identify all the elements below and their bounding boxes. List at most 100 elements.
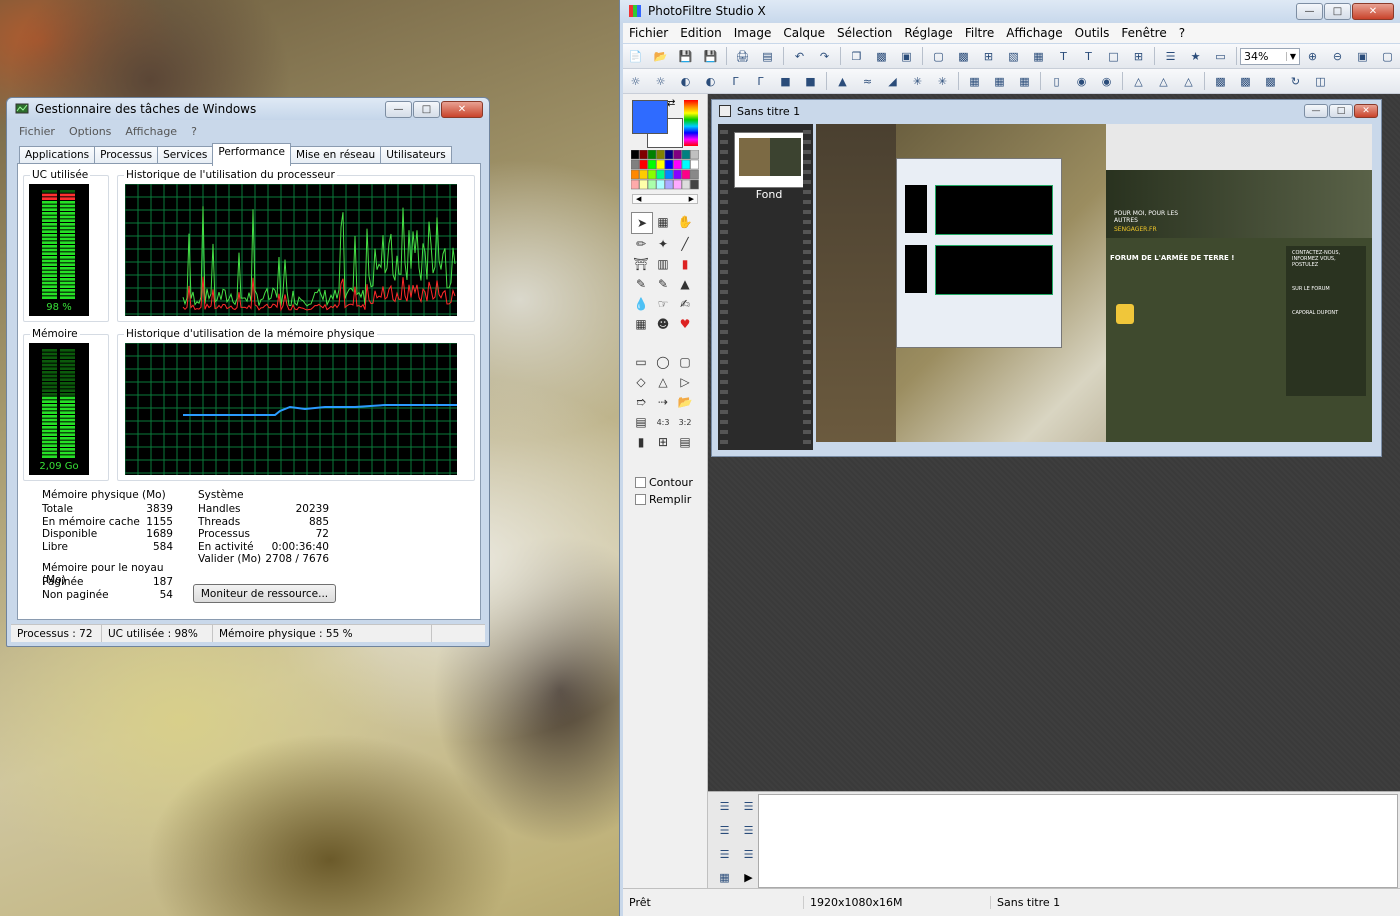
zoom-in-icon[interactable]: ⊕ xyxy=(1304,48,1322,64)
menu-help[interactable]: ? xyxy=(191,125,197,138)
play-icon[interactable]: ▶ xyxy=(740,869,758,885)
spray-icon[interactable]: ▥ xyxy=(653,254,673,274)
doc-maximize-button[interactable]: □ xyxy=(1329,104,1353,118)
menu-edition[interactable]: Edition xyxy=(674,26,728,40)
layer-duplicate-icon[interactable]: ☰ xyxy=(740,798,758,814)
scan-icon[interactable]: ▤ xyxy=(759,48,777,64)
image-canvas[interactable]: POUR MOI, POUR LES AUTRES SENGAGER.FR FO… xyxy=(816,124,1372,442)
menu-outils[interactable]: Outils xyxy=(1069,26,1116,40)
curves-icon[interactable]: ≈ xyxy=(859,73,877,89)
contrast-down-icon[interactable]: ◐ xyxy=(702,73,720,89)
text-style-icon[interactable]: T xyxy=(1080,48,1098,64)
fill-bucket-icon[interactable]: ⛩ xyxy=(631,254,651,274)
line-icon[interactable]: ╱ xyxy=(675,234,695,254)
swap-colors-icon[interactable]: ⇄ xyxy=(667,98,675,109)
rainbow-strip[interactable] xyxy=(684,100,698,146)
auto-levels-icon[interactable]: ✳ xyxy=(909,73,927,89)
layer-delete-icon[interactable]: ☰ xyxy=(740,822,758,838)
new-file-icon[interactable]: 📄 xyxy=(627,48,645,64)
chevron-down-icon[interactable]: ▼ xyxy=(1285,51,1299,61)
crop-marks-icon[interactable]: ⊞ xyxy=(653,432,673,452)
blur-icon[interactable]: ▦ xyxy=(966,73,984,89)
tint-icon[interactable]: ◉ xyxy=(1098,73,1116,89)
print-icon[interactable]: 🖨 xyxy=(734,48,752,64)
menu-reglage[interactable]: Réglage xyxy=(898,26,959,40)
layers-icon[interactable]: ☰ xyxy=(1162,48,1180,64)
layer-grid-icon[interactable]: ▦ xyxy=(716,869,734,885)
brightness-up-icon[interactable]: ☼ xyxy=(627,73,645,89)
layer-thumbnail[interactable] xyxy=(734,132,806,188)
doc-close-button[interactable]: ✕ xyxy=(1354,104,1378,118)
arrow-left-icon[interactable]: ◀ xyxy=(636,195,641,203)
hand-icon[interactable]: ✋ xyxy=(675,212,695,232)
selection-all-icon[interactable]: ▤ xyxy=(631,412,651,432)
menu-fenetre[interactable]: Fenêtre xyxy=(1115,26,1172,40)
eyedropper-icon[interactable]: ✏ xyxy=(631,234,651,254)
undo-icon[interactable]: ↶ xyxy=(791,48,809,64)
transform-icon[interactable]: ⊞ xyxy=(1130,48,1148,64)
tab-performance[interactable]: Performance xyxy=(212,143,291,166)
polygon-lasso-icon[interactable]: ⇢ xyxy=(653,392,673,412)
zoom-fit-icon[interactable]: ▣ xyxy=(1354,48,1372,64)
diamond-shape-icon[interactable]: ◇ xyxy=(631,372,651,392)
close-button[interactable]: ✕ xyxy=(441,100,483,118)
tm-title-bar[interactable]: Gestionnaire des tâches de Windows — □ ✕ xyxy=(7,98,489,120)
zoom-select[interactable]: 34% ▼ xyxy=(1240,47,1300,65)
relief-icon[interactable]: △ xyxy=(1180,73,1198,89)
menu-image[interactable]: Image xyxy=(728,26,778,40)
levels-icon[interactable]: ▲ xyxy=(834,73,852,89)
image-size-icon[interactable]: ▢ xyxy=(930,48,948,64)
zoom-out-icon[interactable]: ⊖ xyxy=(1329,48,1347,64)
magic-wand-icon[interactable]: ✦ xyxy=(653,234,673,254)
ratio-32-icon[interactable]: 3:2 xyxy=(675,412,695,432)
rounded-rect-shape-icon[interactable]: ▢ xyxy=(675,352,695,372)
gamma-down-icon[interactable]: Γ xyxy=(752,73,770,89)
copy-icon[interactable]: ❐ xyxy=(848,48,866,64)
plugin-icon[interactable]: ★ xyxy=(1187,48,1205,64)
checkbox-box[interactable] xyxy=(635,494,646,505)
emboss-icon[interactable]: △ xyxy=(1130,73,1148,89)
canvas-size-icon[interactable]: ▩ xyxy=(955,48,973,64)
palette-scroll[interactable]: ◀ ▶ xyxy=(632,194,698,204)
ratio-43-icon[interactable]: 4:3 xyxy=(653,412,673,432)
invert-icon[interactable]: ▩ xyxy=(1262,73,1280,89)
gamma-up-icon[interactable]: Γ xyxy=(727,73,745,89)
full-screen-icon[interactable]: ▢ xyxy=(1379,48,1397,64)
menu-calque[interactable]: Calque xyxy=(777,26,831,40)
close-button[interactable]: ✕ xyxy=(1352,2,1394,20)
save-as-icon[interactable]: 💾 xyxy=(702,48,720,64)
ellipse-shape-icon[interactable]: ◯ xyxy=(653,352,673,372)
document-title-bar[interactable]: Sans titre 1 — □ ✕ xyxy=(712,100,1381,122)
clone-icon[interactable]: ✍ xyxy=(675,294,695,314)
rotate-icon[interactable]: ↻ xyxy=(1287,73,1305,89)
pf-title-bar[interactable]: PhotoFiltre Studio X — □ ✕ xyxy=(620,0,1400,22)
vertical-line-icon[interactable]: ▮ xyxy=(631,432,651,452)
remplir-checkbox[interactable]: Remplir xyxy=(635,493,691,506)
stamp-icon[interactable]: ▲ xyxy=(675,274,695,294)
arrow-shape-icon[interactable]: ▷ xyxy=(675,372,695,392)
maximize-button[interactable]: □ xyxy=(413,100,440,118)
brush-icon[interactable]: ✎ xyxy=(631,274,651,294)
pattern-icon[interactable]: ▦ xyxy=(631,314,651,334)
advanced-brush-icon[interactable]: ✎ xyxy=(653,274,673,294)
text-icon[interactable]: T xyxy=(1055,48,1073,64)
paste-new-icon[interactable]: ▣ xyxy=(898,48,916,64)
foreground-color-swatch[interactable] xyxy=(632,100,668,134)
selection-window-icon[interactable]: ▤ xyxy=(675,432,695,452)
save-icon[interactable]: 💾 xyxy=(677,48,695,64)
minimize-button[interactable]: — xyxy=(1296,2,1323,20)
contrast-up-icon[interactable]: ◐ xyxy=(677,73,695,89)
doc-minimize-button[interactable]: — xyxy=(1304,104,1328,118)
layer-manager-icon[interactable]: ☰ xyxy=(740,846,758,862)
selection-icon[interactable]: □ xyxy=(1105,48,1123,64)
menu-help[interactable]: ? xyxy=(1173,26,1191,40)
triangle-shape-icon[interactable]: △ xyxy=(653,372,673,392)
paste-icon[interactable]: ▩ xyxy=(873,48,891,64)
sepia-icon[interactable]: △ xyxy=(1155,73,1173,89)
layer-options-icon[interactable]: ☰ xyxy=(716,846,734,862)
rectangle-shape-icon[interactable]: ▭ xyxy=(631,352,651,372)
menu-selection[interactable]: Sélection xyxy=(831,26,898,40)
drop-icon[interactable]: ◉ xyxy=(1073,73,1091,89)
flip-icon[interactable]: ▦ xyxy=(1030,48,1048,64)
auto-contrast-icon[interactable]: ✳ xyxy=(934,73,952,89)
